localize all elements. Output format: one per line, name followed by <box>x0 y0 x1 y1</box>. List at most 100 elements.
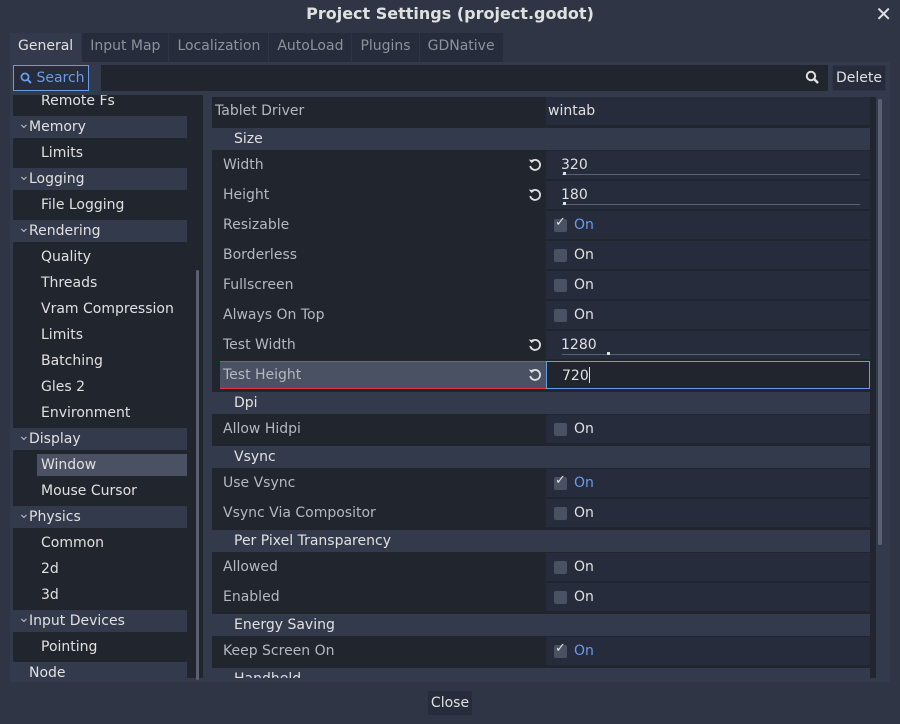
delete-button[interactable]: Delete <box>832 65 886 91</box>
property-value-test-width[interactable]: 1280 <box>546 331 870 359</box>
tree-category-display[interactable]: ⌄ Display <box>13 428 187 450</box>
chevron-down-icon[interactable]: ⌄ <box>18 503 30 525</box>
tree-item-3d[interactable]: 3d <box>13 584 187 606</box>
tree-item-label: Gles 2 <box>41 379 86 395</box>
tree-category-node[interactable]: Node <box>13 662 187 678</box>
inspector-scrollbar[interactable] <box>878 99 882 545</box>
tab-autoload[interactable]: AutoLoad <box>269 33 353 62</box>
checkbox-label: On <box>574 589 594 605</box>
tree-item-label: Physics <box>29 509 81 525</box>
property-inspector: Tablet Driver wintab Size Width 320 Height 180… <box>212 97 876 678</box>
property-label: Fullscreen <box>223 277 294 293</box>
search-input[interactable] <box>102 66 827 90</box>
tree-scrollbar[interactable] <box>196 270 199 680</box>
tree-item-remote-fs[interactable]: Remote Fs <box>13 95 187 112</box>
property-value-allow-hidpi[interactable]: On <box>546 415 870 443</box>
tab-general[interactable]: General <box>10 33 83 62</box>
slider-grabber[interactable] <box>563 172 567 175</box>
slider-grabber[interactable] <box>563 202 567 205</box>
property-value-test-height[interactable]: 720 <box>546 361 870 389</box>
tree-item-window[interactable]: Window <box>37 454 187 476</box>
chevron-down-icon[interactable]: ⌄ <box>18 425 30 447</box>
tree-item-limits[interactable]: Limits <box>13 324 187 346</box>
tree-item-file-logging[interactable]: File Logging <box>13 194 187 216</box>
value-slider[interactable] <box>562 352 860 355</box>
property-value-enabled[interactable]: On <box>546 583 870 611</box>
checkbox-label: On <box>574 475 594 491</box>
text-caret <box>588 367 590 383</box>
tree-item-label: File Logging <box>41 197 125 213</box>
checkbox[interactable] <box>554 561 567 574</box>
property-value-width[interactable]: 320 <box>546 151 870 179</box>
checkbox-label: On <box>574 217 594 233</box>
revert-icon[interactable] <box>528 188 542 202</box>
value-text: wintab <box>548 103 596 119</box>
search-button-label: Search <box>36 70 85 86</box>
checkbox[interactable] <box>554 249 567 262</box>
section-header: Dpi <box>212 392 870 414</box>
tree-category-input-devices[interactable]: ⌄ Input Devices <box>13 610 187 632</box>
checkbox[interactable] <box>554 473 567 490</box>
section-label: Size <box>234 131 263 147</box>
tree-category-memory[interactable]: ⌄ Memory <box>13 116 187 138</box>
property-row-test-width: Test Width 1280 <box>212 331 870 360</box>
close-button[interactable]: Close <box>427 690 473 716</box>
tree-item-label: Limits <box>41 145 83 161</box>
chevron-down-icon[interactable]: ⌄ <box>18 113 30 135</box>
revert-icon[interactable] <box>528 368 542 382</box>
property-row-height: Height 180 <box>212 181 870 210</box>
tree-item-quality[interactable]: Quality <box>13 246 187 268</box>
tree-category-logging[interactable]: ⌄ Logging <box>13 168 187 190</box>
property-value-vsync-via-compositor[interactable]: On <box>546 499 870 527</box>
property-value-resizable[interactable]: On <box>546 211 870 239</box>
revert-icon[interactable] <box>528 158 542 172</box>
value-slider[interactable] <box>562 202 860 205</box>
property-value-always-on-top[interactable]: On <box>546 301 870 329</box>
tab-plugins[interactable]: Plugins <box>352 33 420 62</box>
checkbox[interactable] <box>554 279 567 292</box>
checkbox[interactable] <box>554 507 567 520</box>
property-value-height[interactable]: 180 <box>546 181 870 209</box>
tree-item-mouse-cursor[interactable]: Mouse Cursor <box>13 480 187 502</box>
property-value-borderless[interactable]: On <box>546 241 870 269</box>
tree-item-label: Memory <box>29 119 86 135</box>
tab-gdnative[interactable]: GDNative <box>419 33 504 62</box>
tree-item-vram-compression[interactable]: Vram Compression <box>13 298 187 320</box>
property-value-keep-screen-on[interactable]: On <box>546 637 870 665</box>
tree-item-threads[interactable]: Threads <box>13 272 187 294</box>
tab-input-map[interactable]: Input Map <box>82 33 170 62</box>
checkbox[interactable] <box>554 591 567 604</box>
property-value-fullscreen[interactable]: On <box>546 271 870 299</box>
property-value-use-vsync[interactable]: On <box>546 469 870 497</box>
tab-localization[interactable]: Localization <box>169 33 270 62</box>
tree-category-physics[interactable]: ⌄ Physics <box>13 506 187 528</box>
property-label: Keep Screen On <box>223 643 335 659</box>
checkbox[interactable] <box>554 423 567 436</box>
chevron-down-icon[interactable]: ⌄ <box>18 165 30 187</box>
property-row-allow-hidpi: Allow Hidpi On <box>212 415 870 444</box>
chevron-down-icon[interactable]: ⌄ <box>18 607 30 629</box>
tree-item-gles-2[interactable]: Gles 2 <box>13 376 187 398</box>
revert-icon[interactable] <box>528 338 542 352</box>
tree-item-common[interactable]: Common <box>13 532 187 554</box>
tree-item-batching[interactable]: Batching <box>13 350 187 372</box>
value-slider[interactable] <box>562 172 860 175</box>
tree-item-2d[interactable]: 2d <box>13 558 187 580</box>
tree-category-rendering[interactable]: ⌄ Rendering <box>13 220 187 242</box>
checkbox[interactable] <box>554 641 567 658</box>
slider-grabber[interactable] <box>606 352 610 355</box>
property-value-tablet-driver[interactable]: wintab <box>546 97 870 125</box>
close-icon[interactable]: ✕ <box>875 2 892 26</box>
property-value-allowed[interactable]: On <box>546 553 870 581</box>
chevron-down-icon[interactable]: ⌄ <box>18 217 30 239</box>
search-field[interactable] <box>101 65 828 91</box>
tree-item-label: Pointing <box>41 639 98 655</box>
tree-item-label: Threads <box>41 275 98 291</box>
checkbox[interactable] <box>554 215 567 232</box>
tree-item-environment[interactable]: Environment <box>13 402 187 424</box>
tree-item-limits[interactable]: Limits <box>13 142 187 164</box>
checkbox[interactable] <box>554 309 567 322</box>
tree-item-pointing[interactable]: Pointing <box>13 636 187 658</box>
search-button[interactable]: Search <box>13 65 89 91</box>
tree-item-label: Rendering <box>29 223 101 239</box>
